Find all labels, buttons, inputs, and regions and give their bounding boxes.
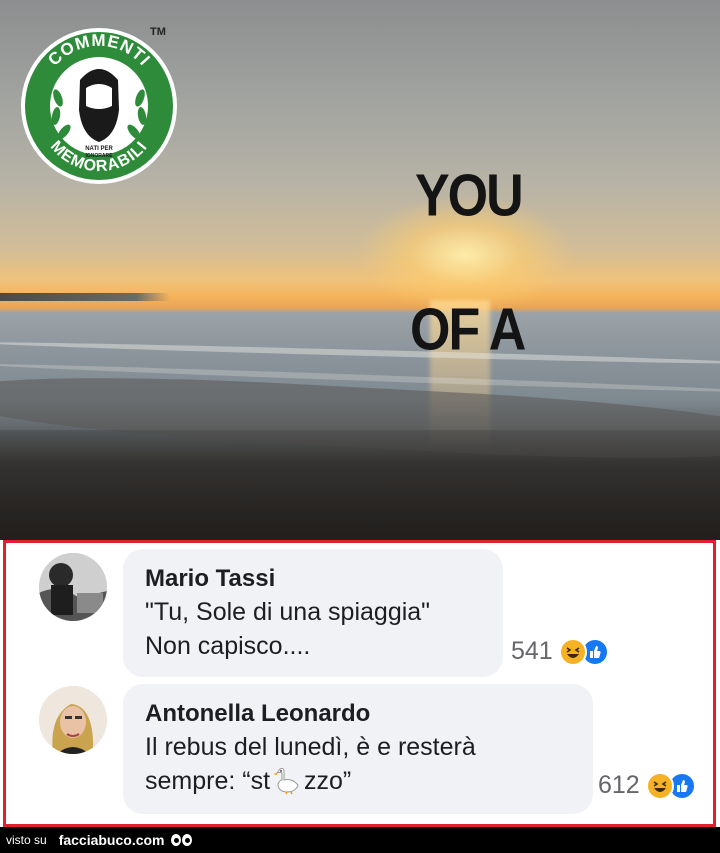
comment-bubble: Antonella Leonardo Il rebus del lunedì, … (123, 684, 593, 814)
reaction-count: 612 (598, 771, 640, 799)
avatar[interactable] (39, 553, 107, 621)
comments-panel: Mario Tassi "Tu, Sole di una spiaggia" N… (3, 540, 716, 827)
meme-text-of-a: OF A (410, 296, 526, 364)
comment-bubble: Mario Tassi "Tu, Sole di una spiaggia" N… (123, 549, 503, 677)
comment-text-line: sempre: “st zzo” (145, 764, 571, 804)
comment-text-part: sempre: “st (145, 767, 271, 795)
eyes-icon (170, 834, 193, 846)
avatar[interactable] (39, 686, 107, 754)
beach (0, 430, 720, 540)
reaction-summary[interactable]: 541 (511, 637, 609, 666)
comment-text-line: Il rebus del lunedì, è e resterà (145, 733, 476, 761)
haha-icon (558, 637, 587, 666)
meme-text-you: YOU (415, 162, 524, 230)
reaction-count: 541 (511, 637, 553, 665)
site-brand-link[interactable]: facciabuco.com (59, 832, 165, 848)
comment-text-line: Non capisco.... (145, 632, 311, 660)
eye (181, 834, 192, 846)
goose-icon (272, 765, 302, 804)
comment-author[interactable]: Mario Tassi (145, 563, 481, 595)
visto-su-label: visto su (6, 833, 47, 847)
wave (0, 339, 720, 367)
distant-shore (0, 293, 170, 301)
reaction-summary[interactable]: 612 (598, 771, 696, 800)
comment-text-line: "Tu, Sole di una spiaggia" (145, 598, 431, 626)
footer-bar: visto su facciabuco.com (0, 827, 720, 853)
commenti-memorabili-logo: NATI PER IGNORARE COMMENTI MEMORABILI (20, 18, 178, 188)
svg-text:NATI PER: NATI PER (85, 146, 113, 152)
meme-photo: YOU OF A NATI PER IGNORARE COMMENTI MEMO… (0, 0, 720, 540)
eye (170, 834, 181, 846)
trademark-mark: TM (150, 26, 166, 38)
comment-author[interactable]: Antonella Leonardo (145, 698, 571, 730)
haha-icon (645, 771, 674, 800)
comment-text-part: zzo” (304, 767, 352, 795)
